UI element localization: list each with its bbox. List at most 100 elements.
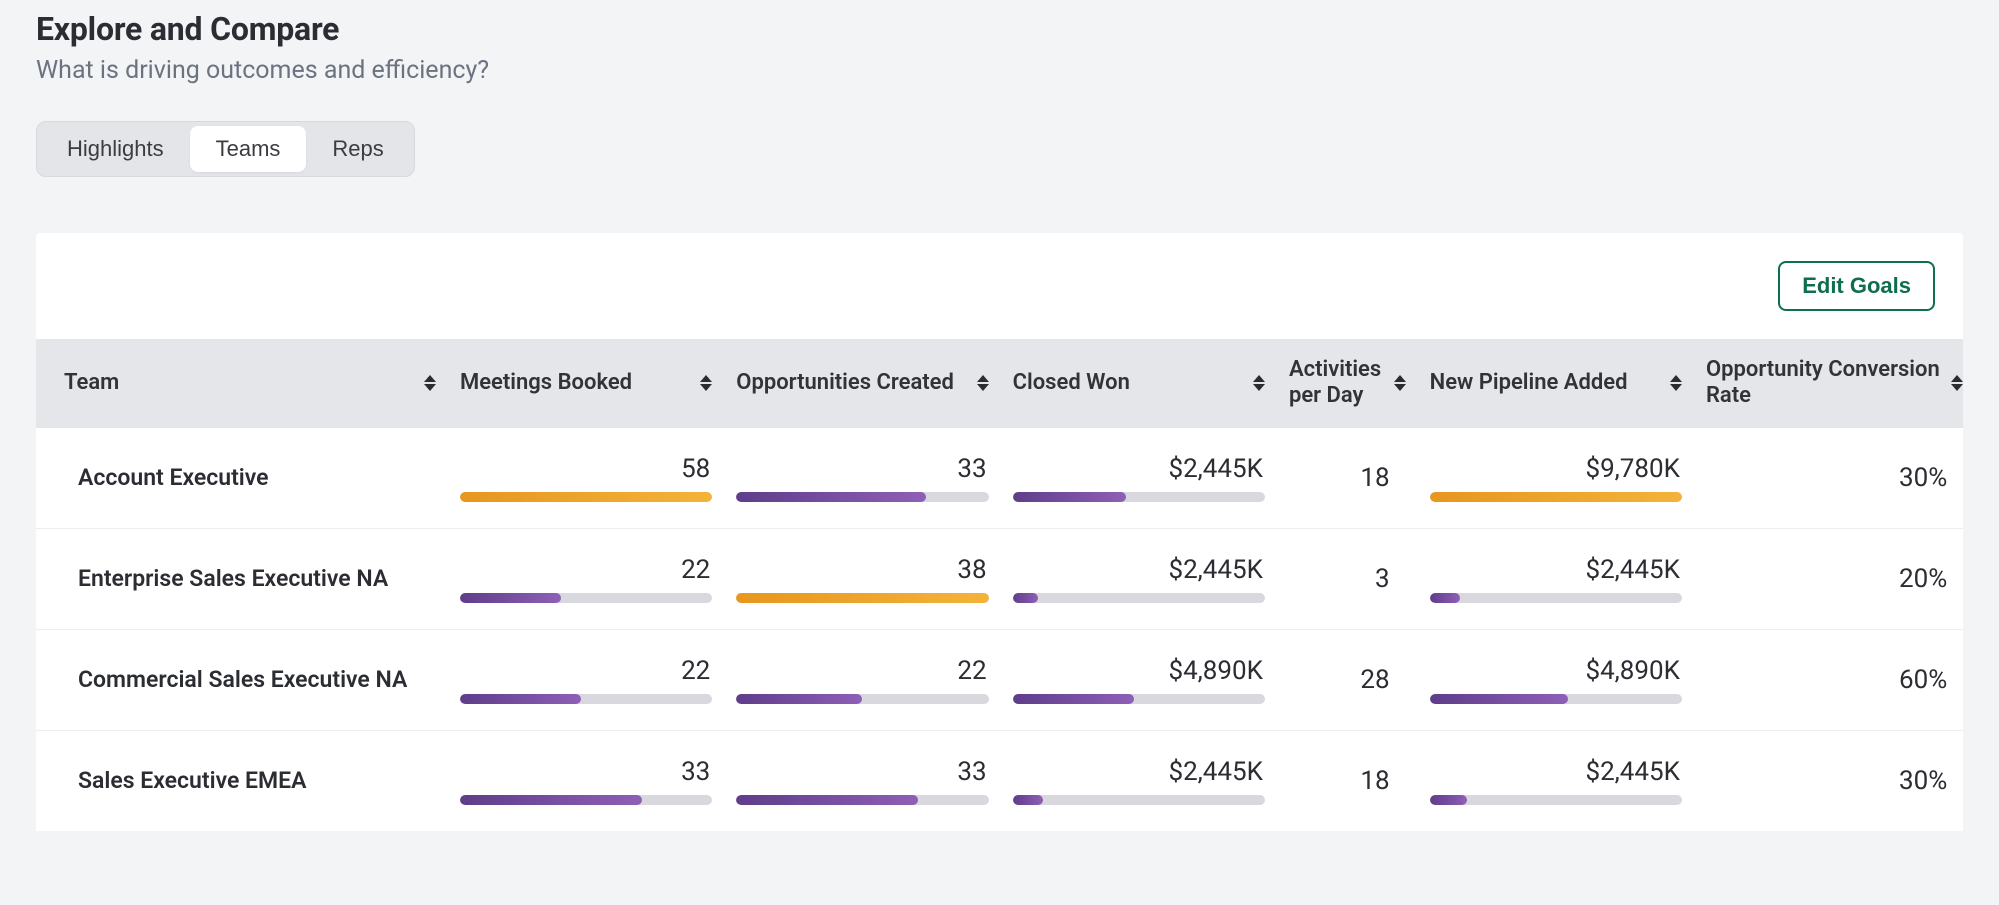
progress-bar-fill	[460, 694, 581, 704]
progress-bar-fill	[1430, 694, 1569, 704]
team-name: Account Executive	[64, 460, 436, 496]
progress-bar	[1430, 492, 1682, 502]
col-header-closed-won[interactable]: Closed Won	[1001, 339, 1277, 428]
col-header-opportunity-conversion-rate[interactable]: Opportunity Conversion Rate	[1694, 339, 1963, 428]
cell-meetings_booked: 22	[448, 629, 724, 730]
sort-icon	[1394, 375, 1406, 391]
cell-opportunities_created: 33	[724, 428, 1000, 529]
cell-meetings_booked: 58	[448, 428, 724, 529]
metric-value: $4,890K	[1430, 656, 1682, 686]
col-header-label: New Pipeline Added	[1430, 370, 1628, 396]
cell-activities-per-day: 3	[1277, 528, 1418, 629]
cell-opportunity-conversion-rate: 30%	[1694, 428, 1963, 529]
metric-value: $2,445K	[1013, 454, 1265, 484]
cell-opportunity-conversion-rate: 30%	[1694, 730, 1963, 831]
col-header-label: Team	[64, 370, 119, 396]
progress-bar-fill	[460, 492, 712, 502]
metric-value: 33	[736, 757, 988, 787]
cell-new_pipeline_added: $2,445K	[1418, 730, 1694, 831]
metric-value: $2,445K	[1430, 757, 1682, 787]
col-header-label: Opportunity Conversion Rate	[1706, 357, 1945, 410]
progress-bar-fill	[1013, 795, 1043, 805]
progress-bar	[1430, 593, 1682, 603]
metric-value: 22	[460, 656, 712, 686]
cell-team: Commercial Sales Executive NA	[36, 629, 448, 730]
tab-reps[interactable]: Reps	[306, 126, 409, 172]
progress-bar	[1013, 593, 1265, 603]
team-name: Commercial Sales Executive NA	[64, 662, 436, 698]
teams-table-wrap: Team Meetings Booked Opportunities Creat…	[36, 339, 1963, 831]
progress-bar	[736, 694, 988, 704]
progress-bar-fill	[736, 492, 925, 502]
cell-opportunities_created: 38	[724, 528, 1000, 629]
progress-bar	[1013, 795, 1265, 805]
sort-icon	[1951, 375, 1963, 391]
progress-bar	[736, 593, 988, 603]
cell-meetings_booked: 22	[448, 528, 724, 629]
sort-icon	[1670, 375, 1682, 391]
table-row[interactable]: Commercial Sales Executive NA 22 22 $4,890K…	[36, 629, 1963, 730]
edit-goals-button[interactable]: Edit Goals	[1778, 261, 1935, 311]
teams-panel: Edit Goals Team Meetings Booked	[36, 233, 1963, 831]
progress-bar	[460, 694, 712, 704]
sort-icon	[1253, 375, 1265, 391]
metric-value: 33	[736, 454, 988, 484]
cell-new_pipeline_added: $2,445K	[1418, 528, 1694, 629]
progress-bar-fill	[460, 593, 561, 603]
table-row[interactable]: Enterprise Sales Executive NA 22 38 $2,445K…	[36, 528, 1963, 629]
progress-bar	[736, 795, 988, 805]
progress-bar	[460, 492, 712, 502]
page-subtitle: What is driving outcomes and efficiency?	[36, 56, 1963, 85]
progress-bar-fill	[736, 694, 862, 704]
metric-value: $2,445K	[1430, 555, 1682, 585]
cell-activities-per-day: 28	[1277, 629, 1418, 730]
col-header-label: Meetings Booked	[460, 370, 632, 396]
progress-bar	[1013, 492, 1265, 502]
table-row[interactable]: Sales Executive EMEA3333$2,445K18$2,445K…	[36, 730, 1963, 831]
progress-bar-fill	[1013, 694, 1134, 704]
teams-table: Team Meetings Booked Opportunities Creat…	[36, 339, 1963, 831]
progress-bar	[1430, 795, 1682, 805]
col-header-team[interactable]: Team	[36, 339, 448, 428]
col-header-new-pipeline-added[interactable]: New Pipeline Added	[1418, 339, 1694, 428]
col-header-label: Opportunities Created	[736, 370, 954, 396]
progress-bar	[460, 593, 712, 603]
cell-closed_won: $2,445K	[1001, 528, 1277, 629]
progress-bar	[1430, 694, 1682, 704]
progress-bar	[736, 492, 988, 502]
tab-teams[interactable]: Teams	[190, 126, 307, 172]
metric-value: $9,780K	[1430, 454, 1682, 484]
sort-icon	[700, 375, 712, 391]
tab-highlights[interactable]: Highlights	[41, 126, 190, 172]
metric-value: 38	[736, 555, 988, 585]
cell-opportunities_created: 22	[724, 629, 1000, 730]
cell-closed_won: $4,890K	[1001, 629, 1277, 730]
cell-new_pipeline_added: $4,890K	[1418, 629, 1694, 730]
progress-bar-fill	[1430, 492, 1682, 502]
panel-header: Edit Goals	[36, 233, 1963, 339]
cell-team: Enterprise Sales Executive NA	[36, 528, 448, 629]
progress-bar-fill	[1013, 492, 1127, 502]
metric-value: 22	[736, 656, 988, 686]
cell-closed_won: $2,445K	[1001, 428, 1277, 529]
progress-bar-fill	[736, 795, 918, 805]
table-row[interactable]: Account Executive 58 33 $2,445K 18 $9,780K 30%	[36, 428, 1963, 529]
col-header-meetings-booked[interactable]: Meetings Booked	[448, 339, 724, 428]
team-name: Enterprise Sales Executive NA	[64, 561, 436, 597]
progress-bar-fill	[736, 593, 988, 603]
cell-opportunity-conversion-rate: 60%	[1694, 629, 1963, 730]
metric-value: $2,445K	[1013, 555, 1265, 585]
col-header-opportunities-created[interactable]: Opportunities Created	[724, 339, 1000, 428]
team-name: Sales Executive EMEA	[64, 763, 436, 799]
cell-activities-per-day: 18	[1277, 428, 1418, 529]
progress-bar	[1013, 694, 1265, 704]
cell-team: Sales Executive EMEA	[36, 730, 448, 831]
sort-icon	[977, 375, 989, 391]
col-header-activities-per-day[interactable]: Activities per Day	[1277, 339, 1418, 428]
metric-value: $2,445K	[1013, 757, 1265, 787]
progress-bar-fill	[460, 795, 642, 805]
progress-bar-fill	[1013, 593, 1038, 603]
cell-opportunity-conversion-rate: 20%	[1694, 528, 1963, 629]
col-header-label: Activities per Day	[1289, 357, 1388, 410]
cell-new_pipeline_added: $9,780K	[1418, 428, 1694, 529]
